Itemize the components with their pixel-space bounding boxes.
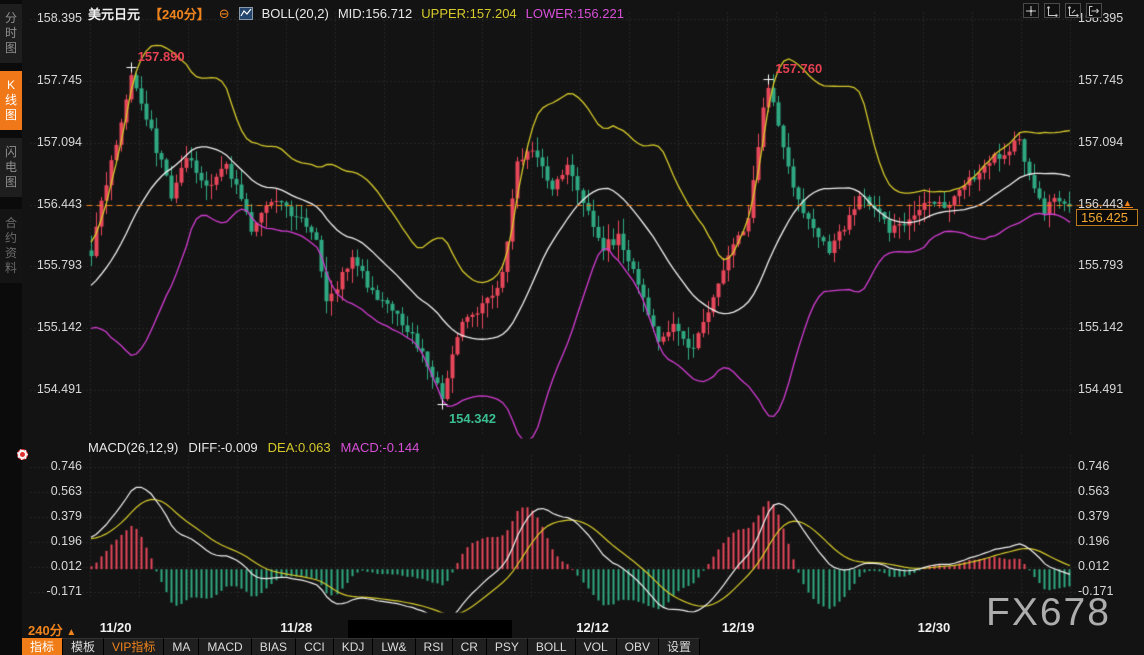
- macd-axis-label-left: 0.196: [24, 534, 82, 548]
- macd-settings-label: MACD(26,12,9): [88, 440, 178, 455]
- macd-axis-label-left: -0.171: [24, 584, 82, 598]
- y-axis-label-left: 157.745: [24, 73, 82, 87]
- price-annotation: 154.342: [449, 411, 496, 426]
- zoom-out-icon[interactable]: ⊖: [219, 7, 230, 20]
- tab-0-指标[interactable]: 指标: [22, 638, 63, 655]
- period-badge[interactable]: 【240分】: [149, 4, 210, 23]
- tab-14-OBV[interactable]: OBV: [617, 638, 659, 655]
- x-axis-date-label: 12/12: [565, 620, 621, 635]
- macd-axis-label-left: 0.012: [24, 559, 82, 573]
- tab-10-CR[interactable]: CR: [453, 638, 487, 655]
- tab-12-BOLL[interactable]: BOLL: [528, 638, 576, 655]
- tab-6-CCI[interactable]: CCI: [296, 638, 334, 655]
- trading-app: { "header": { "symbol": "美元日元", "period"…: [0, 0, 1144, 655]
- macd-axis-label-right: -0.171: [1078, 584, 1113, 598]
- boll-lower-value: LOWER:156.221: [526, 6, 624, 21]
- y-axis-label-left: 157.094: [24, 135, 82, 149]
- macd-indicator-icon[interactable]: [17, 449, 28, 460]
- y-axis-label-left: 158.395: [24, 11, 82, 25]
- y-axis-label-right: 155.142: [1078, 320, 1123, 334]
- macd-diff-value: DIFF:-0.009: [188, 440, 257, 455]
- x-axis-date-label: 11/20: [88, 620, 144, 635]
- sidebar-item-flash-chart[interactable]: 闪电图: [0, 138, 22, 197]
- period-selector[interactable]: 240分 ▲: [28, 620, 76, 639]
- symbol-title: 美元日元: [88, 4, 140, 23]
- chart-type-icon[interactable]: [239, 7, 253, 20]
- macd-axis-label-right: 0.196: [1078, 534, 1109, 548]
- y-axis-label-left: 154.491: [24, 382, 82, 396]
- scale-axes-icon[interactable]: [1065, 3, 1081, 18]
- macd-axis-label-right: 0.746: [1078, 459, 1109, 473]
- y-axis-label-left: 155.793: [24, 258, 82, 272]
- tab-3-MA[interactable]: MA: [164, 638, 199, 655]
- tab-13-VOL[interactable]: VOL: [576, 638, 617, 655]
- sidebar-item-contract-info[interactable]: 合约资料: [0, 209, 22, 283]
- sidebar-item-time-chart[interactable]: 分时图: [0, 4, 22, 63]
- period-text: 240分: [28, 623, 63, 638]
- y-axis-label-right: 157.745: [1078, 73, 1123, 87]
- boll-upper-value: UPPER:157.204: [421, 6, 516, 21]
- macd-axis-label-left: 0.379: [24, 509, 82, 523]
- exit-fullscreen-icon[interactable]: [1086, 3, 1102, 18]
- price-annotation: 157.890: [138, 49, 185, 64]
- current-price-tag: 156.425: [1076, 209, 1138, 226]
- y-axis-label-left: 155.142: [24, 320, 82, 334]
- blackout-box: [348, 620, 512, 639]
- y-axis-label-right: 157.094: [1078, 135, 1123, 149]
- macd-axis-label-left: 0.746: [24, 459, 82, 473]
- tab-15-设置[interactable]: 设置: [659, 638, 700, 655]
- price-annotation: 157.760: [775, 61, 822, 76]
- sidebar-item-kline-chart[interactable]: K线图: [0, 71, 22, 130]
- tab-5-BIAS[interactable]: BIAS: [252, 638, 296, 655]
- tab-11-PSY[interactable]: PSY: [487, 638, 528, 655]
- chart-toolbar: [1023, 3, 1102, 18]
- macd-dea-value: DEA:0.063: [268, 440, 331, 455]
- tab-1-模板[interactable]: 模板: [63, 638, 104, 655]
- chart-canvas[interactable]: [0, 0, 1144, 655]
- x-axis-date-label: 12/19: [710, 620, 766, 635]
- crosshair-icon[interactable]: [1023, 3, 1039, 18]
- macd-hist-value: MACD:-0.144: [341, 440, 420, 455]
- tab-4-MACD[interactable]: MACD: [199, 638, 251, 655]
- expand-arrow-icon: ▲: [66, 627, 76, 638]
- sidebar: 分时图 K线图 闪电图 合约资料: [0, 0, 22, 655]
- x-axis-date-label: 12/30: [906, 620, 962, 635]
- chart-header: 美元日元 【240分】 ⊖ BOLL(20,2) MID:156.712 UPP…: [88, 4, 624, 23]
- y-axis-label-right: 154.491: [1078, 382, 1123, 396]
- zoom-axes-icon[interactable]: [1044, 3, 1060, 18]
- x-axis-date-label: 11/28: [268, 620, 324, 635]
- y-axis-label-left: 156.443: [24, 197, 82, 211]
- tab-8-LW&[interactable]: LW&: [373, 638, 415, 655]
- macd-axis-label-left: 0.563: [24, 484, 82, 498]
- tab-7-KDJ[interactable]: KDJ: [334, 638, 374, 655]
- tab-2-VIP指标[interactable]: VIP指标: [104, 638, 164, 655]
- bottom-tab-bar: 指标模板VIP指标MAMACDBIASCCIKDJLW&RSICRPSYBOLL…: [22, 638, 700, 655]
- price-alert-icon[interactable]: ▲: [1122, 199, 1133, 208]
- boll-settings-label: BOLL(20,2): [262, 6, 329, 21]
- tab-9-RSI[interactable]: RSI: [416, 638, 453, 655]
- macd-axis-label-right: 0.379: [1078, 509, 1109, 523]
- boll-mid-value: MID:156.712: [338, 6, 412, 21]
- macd-header: MACD(26,12,9) DIFF:-0.009 DEA:0.063 MACD…: [88, 440, 419, 455]
- macd-axis-label-right: 0.012: [1078, 559, 1109, 573]
- y-axis-label-right: 155.793: [1078, 258, 1123, 272]
- macd-axis-label-right: 0.563: [1078, 484, 1109, 498]
